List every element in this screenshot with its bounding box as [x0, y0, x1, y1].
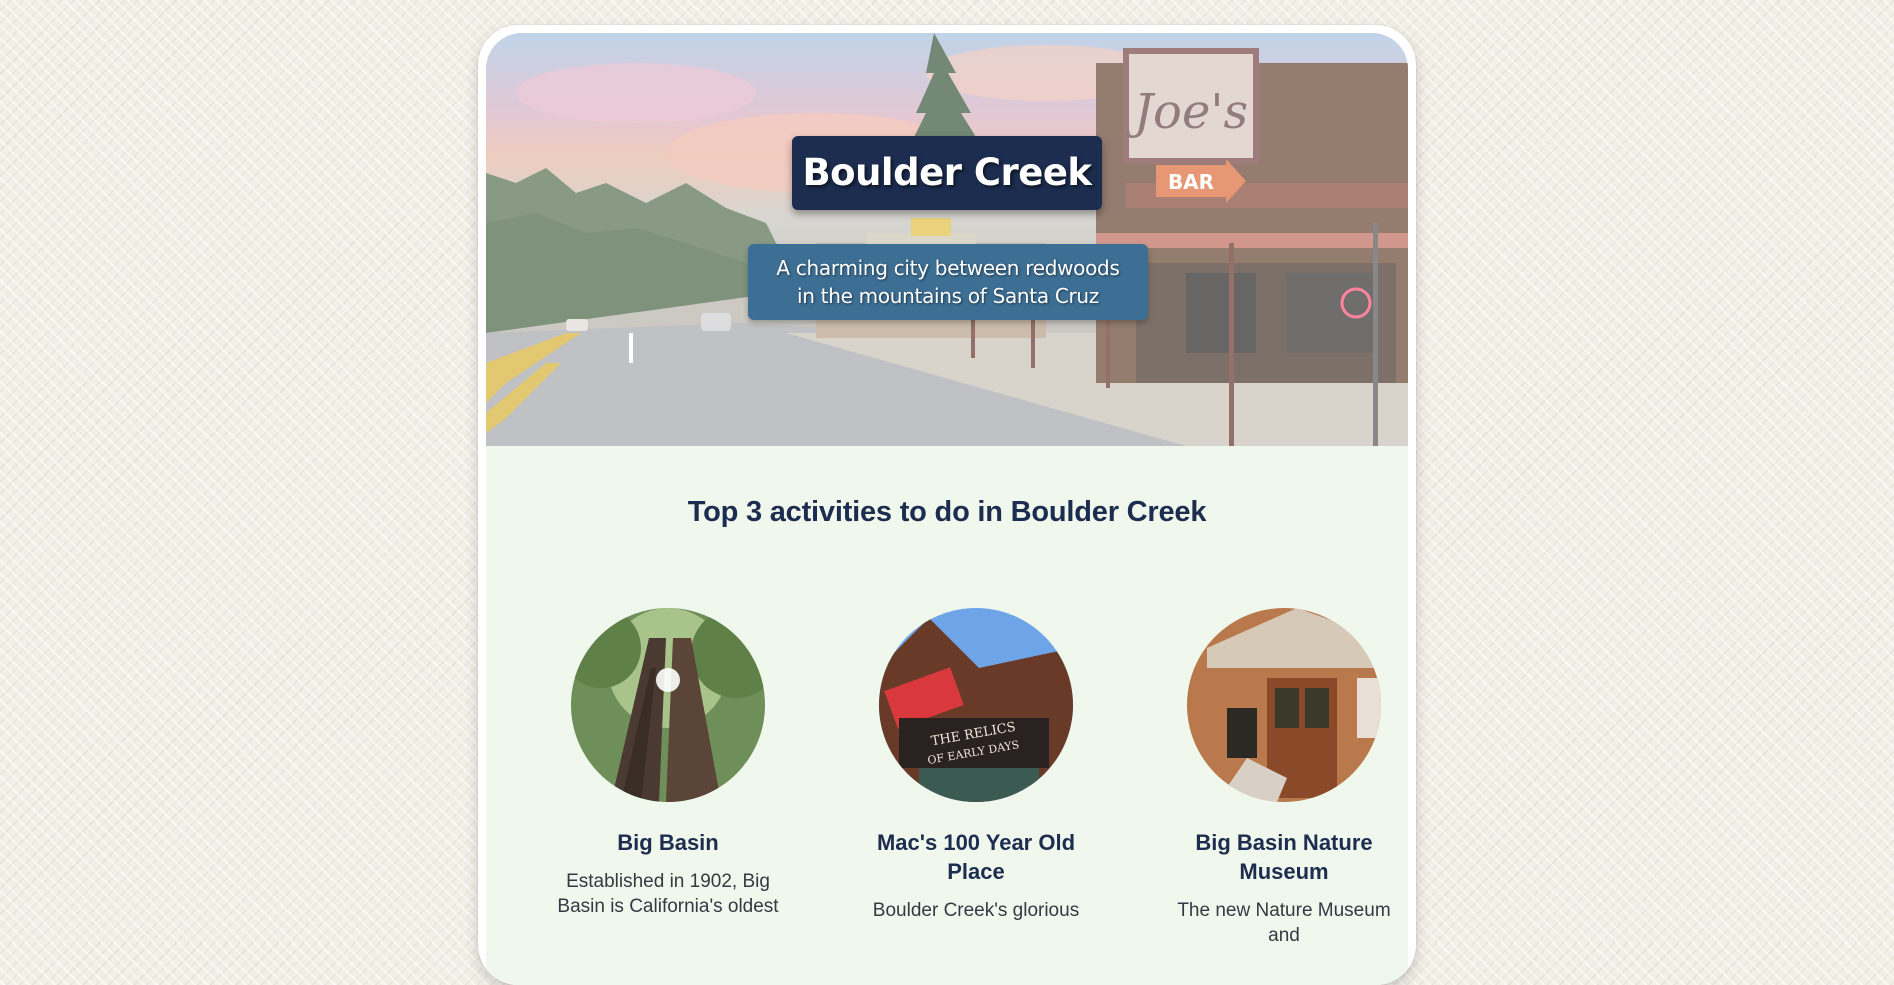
activity-description: Established in 1902, Big Basin is Califo… — [557, 871, 779, 917]
activity-photo-redwoods — [571, 608, 765, 802]
hero-subtitle-line-2: in the mountains of Santa Cruz — [796, 284, 1100, 308]
redwood-trees-image — [571, 608, 765, 802]
section-heading: Top 3 activities to do in Boulder Creek — [687, 496, 1207, 528]
macs-storefront-image: THE RELICS OF EARLY DAYS — [879, 608, 1073, 802]
activity-description: Boulder Creek's glorious — [872, 900, 1080, 921]
hero-subtitle-line-1: A charming city between redwoods — [776, 256, 1120, 280]
activity-photo-museum — [1187, 608, 1381, 802]
hero-banner: Joe's BAR Boulder Creek A charming city … — [486, 33, 1408, 446]
activity-card: THE RELICS OF EARLY DAYS Mac's 100 Year … — [836, 608, 1116, 923]
main-card: Joe's BAR Boulder Creek A charming city … — [478, 25, 1416, 985]
activity-card: Big Basin Nature Museum The new Nature M… — [1144, 608, 1416, 948]
nature-museum-image — [1187, 608, 1381, 802]
hero-overlay — [486, 33, 1408, 446]
hero-title: Boulder Creek — [792, 136, 1102, 210]
hero-subtitle: A charming city between redwoods in the … — [748, 244, 1148, 320]
activity-description: The new Nature Museum and — [1177, 900, 1391, 946]
activity-name: Mac's 100 Year Old Place — [876, 830, 1076, 884]
activity-name: Big Basin Nature Museum — [1195, 830, 1373, 884]
activity-name: Big Basin — [617, 830, 719, 855]
activity-card: Big Basin Established in 1902, Big Basin… — [528, 608, 808, 919]
activity-photo-macs: THE RELICS OF EARLY DAYS — [879, 608, 1073, 802]
